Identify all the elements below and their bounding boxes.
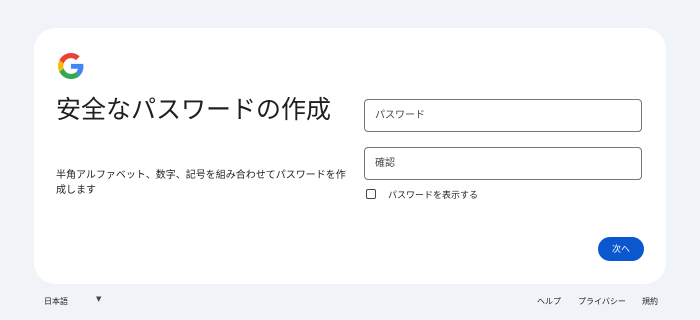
page-title: 安全なパスワードの作成 <box>56 95 332 124</box>
google-logo-icon <box>58 53 84 79</box>
page-subtitle: 半角アルファベット、数字、記号を組み合わせてパスワードを作成します <box>56 170 346 196</box>
language-label[interactable]: 日本語 <box>44 296 68 307</box>
show-password-checkbox[interactable] <box>366 189 376 199</box>
password-placeholder: パスワード <box>375 110 425 121</box>
show-password-row[interactable]: パスワードを表示する <box>366 187 478 201</box>
confirm-placeholder: 確認 <box>375 158 395 169</box>
language-select[interactable]: 日本語 <box>44 296 68 307</box>
help-link[interactable]: ヘルプ <box>537 296 561 307</box>
password-field[interactable]: パスワード <box>364 99 642 132</box>
dropdown-caret-icon[interactable]: ▼ <box>96 295 101 303</box>
confirm-password-field[interactable]: 確認 <box>364 147 642 180</box>
signup-card: 安全なパスワードの作成 半角アルファベット、数字、記号を組み合わせてパスワードを… <box>34 28 666 284</box>
next-button[interactable]: 次へ <box>598 237 644 261</box>
show-password-label[interactable]: パスワードを表示する <box>388 188 478 201</box>
privacy-link[interactable]: プライバシー <box>578 296 626 307</box>
terms-link[interactable]: 規約 <box>642 296 658 307</box>
footer: 日本語 ▼ ヘルプ プライバシー 規約 <box>0 292 700 312</box>
